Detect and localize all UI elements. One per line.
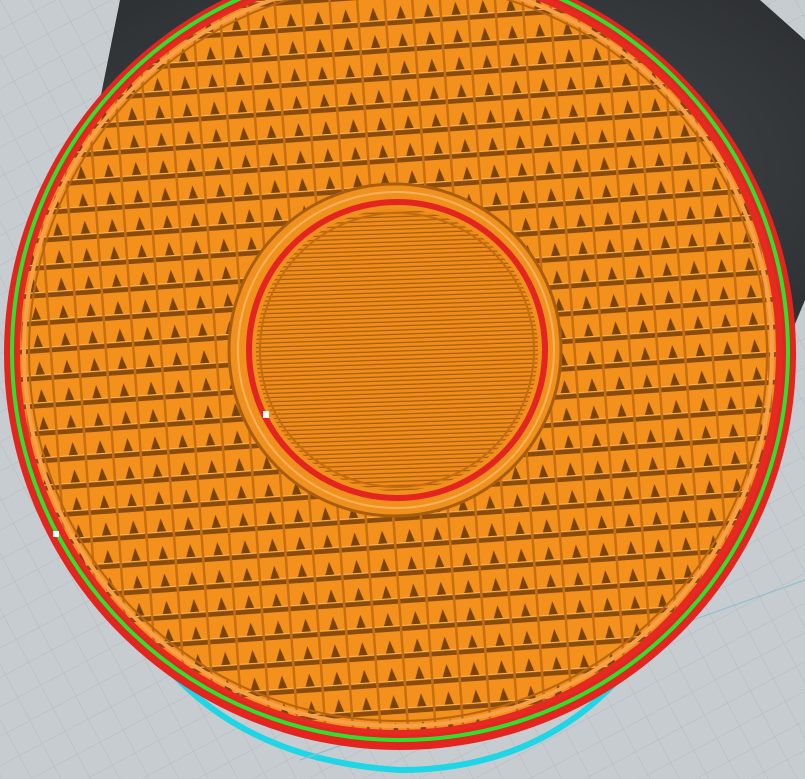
seam-marker-outer <box>53 531 59 537</box>
center-top-layer <box>256 209 538 491</box>
layer-preview-canvas[interactable] <box>0 0 805 779</box>
seam-marker-center <box>263 411 269 418</box>
slicer-preview-viewport[interactable] <box>0 0 805 779</box>
